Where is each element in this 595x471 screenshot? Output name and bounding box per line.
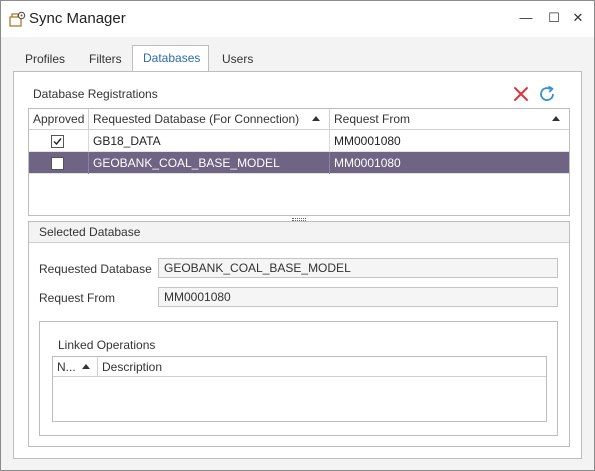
column-header-requested-database[interactable]: Requested Database (For Connection) (89, 109, 330, 129)
column-header-number[interactable]: N... (53, 357, 98, 377)
column-header-description[interactable]: Description (98, 357, 546, 377)
request-from-cell: MM0001080 (334, 134, 401, 148)
requested-database-label: Requested Database (39, 262, 152, 276)
database-registrations-grid: Approved Requested Database (For Connect… (28, 108, 570, 216)
requested-database-field[interactable]: GEOBANK_COAL_BASE_MODEL (158, 258, 558, 278)
grid-header: Approved Requested Database (For Connect… (29, 109, 569, 130)
approved-checkbox[interactable] (51, 157, 64, 170)
linked-operations-group: Linked Operations N... Description (39, 321, 558, 436)
linked-operations-grid: N... Description (52, 356, 547, 422)
requested-database-cell: GEOBANK_COAL_BASE_MODEL (89, 152, 330, 174)
refresh-icon[interactable] (537, 84, 557, 104)
tab-filters[interactable]: Filters (79, 47, 132, 71)
tab-profiles[interactable]: Profiles (15, 47, 75, 71)
column-header-approved[interactable]: Approved (29, 109, 89, 129)
databases-tab-panel: Database Registrations Approved Requeste… (13, 71, 582, 459)
column-header-number-label: N... (57, 360, 76, 374)
checkmark-icon (53, 138, 62, 146)
database-registrations-title: Database Registrations (33, 87, 158, 101)
minimize-button[interactable]: — (515, 8, 537, 28)
title-bar: Sync Manager — ☐ ✕ (1, 1, 594, 37)
approved-cell (29, 130, 89, 152)
requested-database-cell: GB18_DATA (89, 130, 330, 152)
maximize-button[interactable]: ☐ (543, 8, 565, 28)
request-from-field[interactable]: MM0001080 (158, 287, 558, 307)
tab-databases[interactable]: Databases (132, 45, 209, 72)
request-from-label: Request From (39, 291, 116, 305)
approved-cell (29, 152, 89, 174)
linked-operations-header: N... Description (53, 357, 546, 377)
table-row[interactable]: GB18_DATA MM0001080 (29, 130, 569, 152)
sort-ascending-icon (82, 364, 90, 369)
selected-database-group: Selected Database Requested Database GEO… (28, 221, 570, 447)
sort-ascending-icon (312, 116, 320, 121)
selected-database-title: Selected Database (29, 222, 569, 243)
column-header-request-from-label: Request From (334, 112, 411, 126)
table-row-selected[interactable]: GEOBANK_COAL_BASE_MODEL MM0001080 (29, 152, 569, 174)
close-button[interactable]: ✕ (567, 8, 589, 28)
window-title: Sync Manager (29, 10, 126, 27)
approved-checkbox[interactable] (51, 135, 64, 148)
tab-users[interactable]: Users (212, 47, 263, 71)
sort-ascending-icon (552, 116, 560, 121)
column-header-request-from[interactable]: Request From (330, 109, 569, 129)
linked-operations-title: Linked Operations (58, 338, 156, 352)
request-from-cell: MM0001080 (334, 156, 401, 170)
sync-manager-window: Sync Manager — ☐ ✕ Profiles Filters Data… (0, 0, 595, 471)
sync-manager-app-icon (9, 10, 27, 28)
column-header-requested-database-label: Requested Database (For Connection) (93, 112, 300, 126)
delete-icon[interactable] (511, 84, 531, 104)
